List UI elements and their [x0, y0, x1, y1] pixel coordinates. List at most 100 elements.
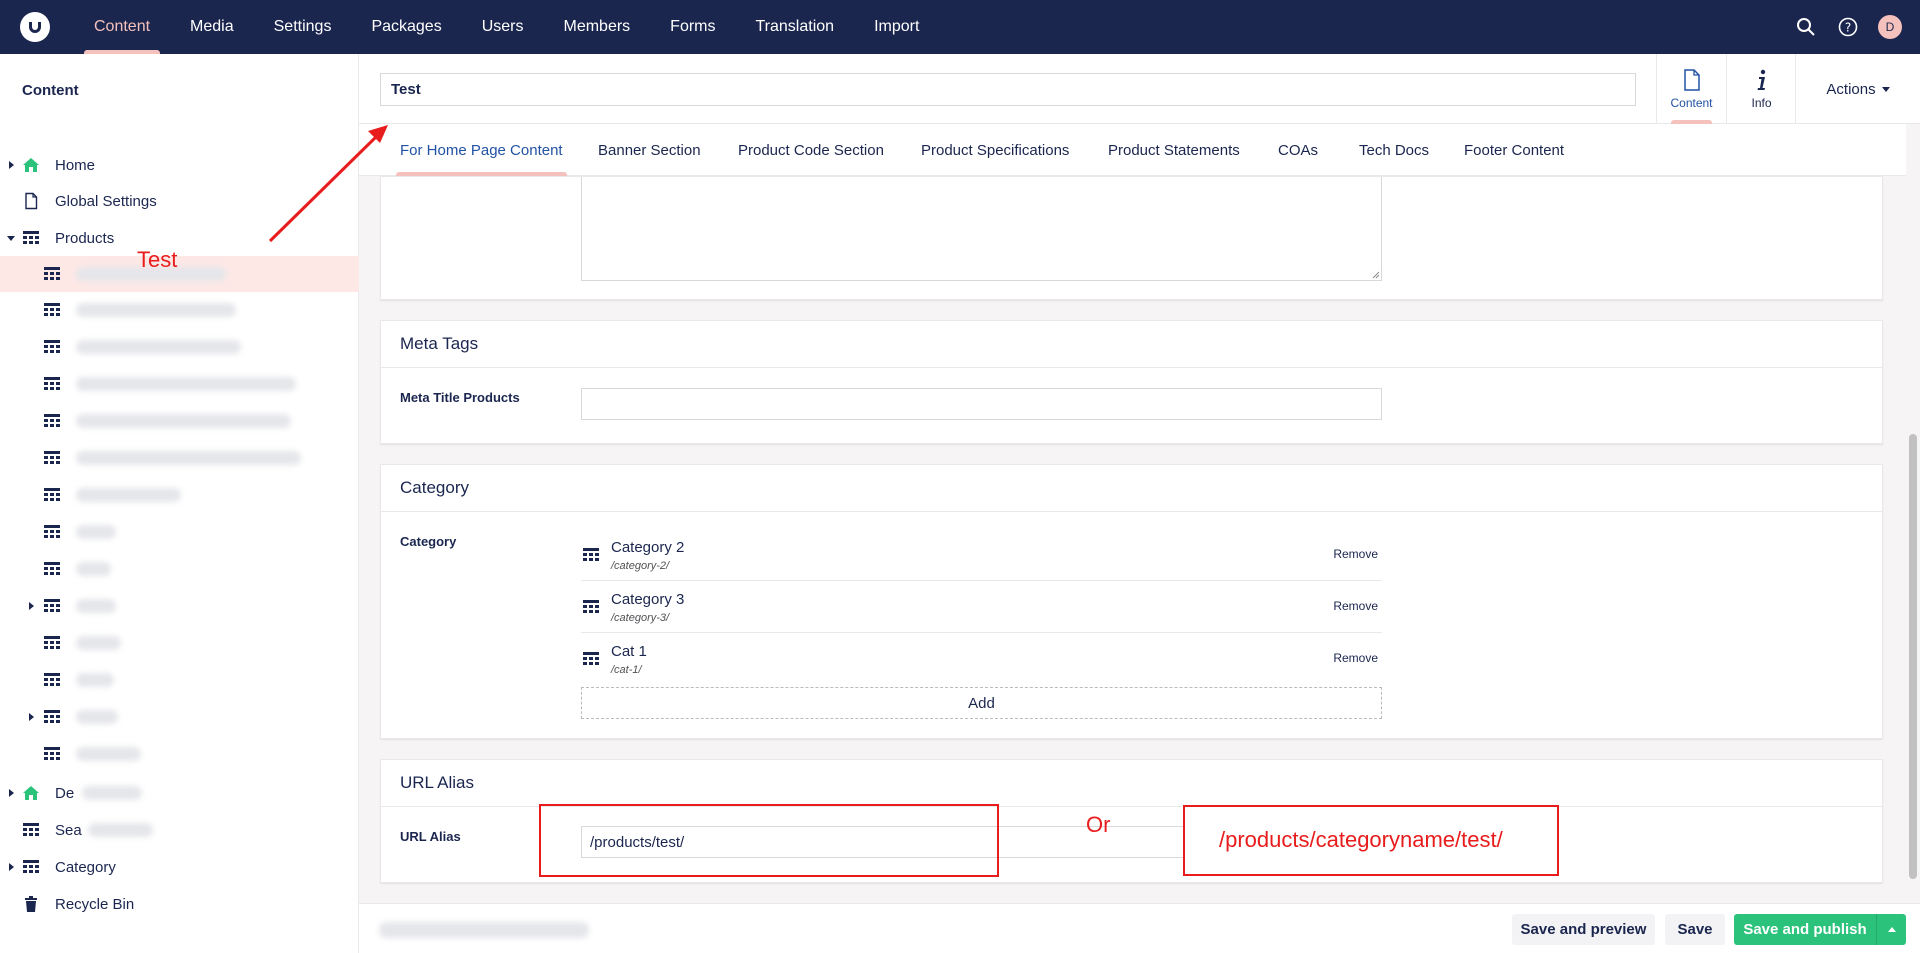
grid-list-icon: [44, 451, 60, 464]
umbraco-logo-icon[interactable]: [20, 12, 50, 42]
grid-list-icon: [583, 600, 599, 613]
caret-down-icon: [1881, 86, 1890, 92]
home-icon: [23, 158, 39, 172]
tab-product-code-section[interactable]: Product Code Section: [738, 124, 884, 176]
info-icon: [1757, 69, 1765, 90]
blurred-label: [88, 823, 153, 837]
top-navigation-bar: Content Media Settings Packages Users Me…: [0, 0, 1920, 54]
tab-tech-docs[interactable]: Tech Docs: [1359, 124, 1429, 176]
grid-list-icon: [583, 548, 599, 561]
add-category-button[interactable]: Add: [581, 687, 1382, 719]
category-item[interactable]: Category 3 /category-3/ Remove: [581, 581, 1382, 633]
blurred-label: [76, 488, 181, 502]
tab-home-page-content[interactable]: For Home Page Content: [396, 124, 567, 176]
user-avatar[interactable]: D: [1878, 15, 1902, 39]
tab-product-specifications[interactable]: Product Specifications: [921, 124, 1069, 176]
search-icon[interactable]: [1794, 15, 1818, 39]
content-app-label: Content: [1670, 95, 1713, 110]
grid-list-icon: [44, 710, 60, 723]
annotation-box-desired-url: /products/categoryname/test/: [1183, 805, 1559, 876]
tree-item-product[interactable]: [0, 366, 359, 402]
tree-item-product[interactable]: [0, 514, 359, 550]
blurred-label: [76, 636, 121, 650]
tab-product-statements[interactable]: Product Statements: [1108, 124, 1240, 176]
tree-item-product[interactable]: [0, 588, 359, 624]
tree-item-product[interactable]: [0, 329, 359, 365]
tree-item-product[interactable]: [0, 736, 359, 772]
tree-item-products[interactable]: Products: [0, 220, 359, 256]
expand-caret-icon[interactable]: [9, 789, 14, 797]
tree-item-recycle-bin[interactable]: Recycle Bin: [0, 886, 359, 922]
section-nav: Content Media Settings Packages Users Me…: [74, 0, 939, 54]
scrollbar-thumb[interactable]: [1909, 434, 1917, 879]
tree-item-product[interactable]: [0, 699, 359, 735]
content-tabs: For Home Page Content Banner Section Pro…: [359, 124, 1906, 176]
tree-item-product-selected[interactable]: [0, 256, 359, 292]
tree-item-sea[interactable]: Sea: [0, 812, 359, 848]
tree-item-product[interactable]: [0, 662, 359, 698]
tree-item-product[interactable]: [0, 292, 359, 328]
tab-coas[interactable]: COAs: [1278, 124, 1318, 176]
tree-item-product[interactable]: [0, 551, 359, 587]
help-icon[interactable]: ?: [1836, 15, 1860, 39]
resize-handle-icon[interactable]: [1372, 271, 1380, 279]
blurred-label: [76, 710, 118, 724]
nav-content[interactable]: Content: [74, 0, 170, 54]
tree-item-global-settings[interactable]: Global Settings: [0, 183, 359, 219]
grid-list-icon: [44, 488, 60, 501]
grid-list-icon: [23, 860, 39, 873]
tree-item-home[interactable]: Home: [0, 147, 359, 183]
category-item[interactable]: Category 2 /category-2/ Remove: [581, 529, 1382, 581]
editor-scrollbar[interactable]: [1906, 124, 1920, 903]
tree-item-product[interactable]: [0, 403, 359, 439]
grid-list-icon: [44, 562, 60, 575]
tree-item-category[interactable]: Category: [0, 849, 359, 885]
save-and-preview-button[interactable]: Save and preview: [1512, 914, 1655, 945]
meta-title-input[interactable]: [581, 388, 1382, 420]
collapse-caret-icon[interactable]: [7, 236, 15, 241]
grid-list-icon: [44, 303, 60, 316]
annotation-test-label: Test: [137, 247, 178, 272]
publish-options-button[interactable]: [1876, 914, 1906, 945]
nav-media[interactable]: Media: [170, 0, 254, 54]
expand-caret-icon[interactable]: [9, 863, 14, 871]
blurred-label: [76, 451, 301, 465]
tree-item-product[interactable]: [0, 625, 359, 661]
info-app-button[interactable]: Info: [1726, 54, 1796, 124]
nav-users[interactable]: Users: [462, 0, 544, 54]
save-and-publish-button[interactable]: Save and publish: [1734, 914, 1876, 945]
remove-button[interactable]: Remove: [1333, 547, 1378, 561]
textarea-field[interactable]: [581, 177, 1382, 281]
category-item[interactable]: Cat 1 /cat-1/ Remove: [581, 633, 1382, 685]
url-alias-title: URL Alias: [400, 773, 475, 792]
nav-forms[interactable]: Forms: [650, 0, 735, 54]
tab-footer-content[interactable]: Footer Content: [1464, 124, 1564, 176]
actions-dropdown[interactable]: Actions: [1795, 54, 1920, 124]
grid-list-icon: [44, 673, 60, 686]
meta-title-label: Meta Title Products: [400, 390, 520, 405]
expand-caret-icon[interactable]: [29, 713, 34, 721]
content-app-button[interactable]: Content: [1656, 54, 1726, 124]
node-name-input[interactable]: [380, 73, 1636, 106]
grid-list-icon: [44, 747, 60, 760]
nav-import[interactable]: Import: [854, 0, 939, 54]
remove-button[interactable]: Remove: [1333, 599, 1378, 613]
save-button[interactable]: Save: [1665, 914, 1725, 945]
remove-button[interactable]: Remove: [1333, 651, 1378, 665]
tab-banner-section[interactable]: Banner Section: [598, 124, 701, 176]
category-item-url: /category-3/: [611, 612, 670, 624]
nav-settings[interactable]: Settings: [254, 0, 352, 54]
tree-item-de[interactable]: De: [0, 775, 359, 811]
tree-item-product[interactable]: [0, 477, 359, 513]
url-alias-label: URL Alias: [400, 829, 461, 844]
expand-caret-icon[interactable]: [29, 602, 34, 610]
nav-translation[interactable]: Translation: [736, 0, 855, 54]
svg-text:?: ?: [1845, 21, 1851, 35]
document-icon: [1683, 68, 1700, 91]
nav-packages[interactable]: Packages: [351, 0, 461, 54]
tree-item-product[interactable]: [0, 440, 359, 476]
expand-caret-icon[interactable]: [9, 161, 14, 169]
category-item-name: Category 3: [611, 591, 685, 608]
nav-members[interactable]: Members: [543, 0, 650, 54]
blurred-label: [76, 340, 241, 354]
